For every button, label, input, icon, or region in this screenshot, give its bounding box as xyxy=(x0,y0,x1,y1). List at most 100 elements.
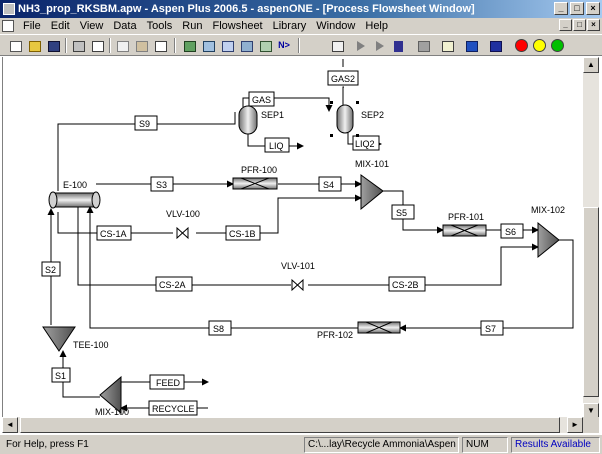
stream-label-s7[interactable]: S7 xyxy=(485,324,496,334)
menu-help[interactable]: Help xyxy=(360,18,393,34)
menu-tools[interactable]: Tools xyxy=(142,18,178,34)
open-file-button[interactable] xyxy=(25,37,43,54)
new-file-button[interactable] xyxy=(6,37,24,54)
stream-label-recycle[interactable]: RECYCLE xyxy=(152,404,195,414)
plot-icon xyxy=(260,41,272,52)
vlv100-label: VLV-100 xyxy=(166,209,200,219)
context-help-button[interactable] xyxy=(151,37,169,54)
status-bar: For Help, press F1 C:\...lay\Recycle Amm… xyxy=(0,434,602,454)
help-icon xyxy=(155,41,167,52)
save-button[interactable] xyxy=(44,37,62,54)
vlv101-block[interactable]: VLV-101 xyxy=(281,261,315,292)
doc-minimize-button[interactable]: _ xyxy=(559,19,572,31)
menu-run[interactable]: Run xyxy=(177,18,207,34)
mix100-label: MIX-100 xyxy=(95,407,129,417)
yellow-light-button[interactable] xyxy=(530,37,548,54)
menu-window[interactable]: Window xyxy=(311,18,360,34)
menu-data[interactable]: Data xyxy=(108,18,141,34)
vlv100-block[interactable]: VLV-100 xyxy=(166,209,200,240)
reinitialize-button[interactable] xyxy=(388,37,406,54)
plot-tool-button[interactable] xyxy=(256,37,274,54)
app-icon[interactable] xyxy=(3,3,15,15)
menu-flowsheet[interactable]: Flowsheet xyxy=(207,18,267,34)
stream-label-gas[interactable]: GAS xyxy=(252,95,271,105)
window-title: NH3_prop_RKSBM.apw - Aspen Plus 2006.5 -… xyxy=(18,3,475,15)
horizontal-scroll-thumb[interactable] xyxy=(20,417,560,433)
stream-label-s8[interactable]: S8 xyxy=(213,324,224,334)
run-button[interactable] xyxy=(350,37,368,54)
red-light-button[interactable] xyxy=(512,37,530,54)
pfr101-block[interactable]: PFR-101 xyxy=(442,212,487,237)
stop-icon xyxy=(418,41,430,52)
stream-label-s3[interactable]: S3 xyxy=(156,180,167,190)
pfr100-block[interactable]: PFR-100 xyxy=(232,165,278,190)
sep1-label: SEP1 xyxy=(261,110,284,120)
print-preview-button[interactable] xyxy=(88,37,106,54)
next-button[interactable]: N> xyxy=(275,37,293,54)
stream-label-s4[interactable]: S4 xyxy=(323,180,334,190)
stream-label-s2[interactable]: S2 xyxy=(45,265,56,275)
close-results-button[interactable] xyxy=(486,37,504,54)
stream-label-cs1a[interactable]: CS-1A xyxy=(100,229,127,239)
menu-edit[interactable]: Edit xyxy=(46,18,75,34)
stream-label-liq[interactable]: LIQ xyxy=(269,141,284,151)
stream-label-cs1b[interactable]: CS-1B xyxy=(229,229,256,239)
paste-icon xyxy=(136,41,148,52)
stream-tool-button[interactable] xyxy=(237,37,255,54)
copy-button[interactable] xyxy=(113,37,131,54)
results-button[interactable] xyxy=(438,37,456,54)
doc-restore-button[interactable]: □ xyxy=(573,19,586,31)
stream-label-s1[interactable]: S1 xyxy=(55,371,66,381)
e100-label: E-100 xyxy=(63,180,87,190)
vertical-scrollbar[interactable]: ▲ ▼ xyxy=(583,57,599,419)
stream-label-cs2a[interactable]: CS-2A xyxy=(159,280,186,290)
menu-file[interactable]: File xyxy=(18,18,46,34)
stream-label-s5[interactable]: S5 xyxy=(396,208,407,218)
maximize-button[interactable]: □ xyxy=(570,2,584,15)
tee100-block[interactable]: TEE-100 xyxy=(42,326,109,352)
scroll-left-button[interactable]: ◄ xyxy=(2,417,18,433)
tee100-label: TEE-100 xyxy=(73,340,109,350)
stop-button[interactable] xyxy=(414,37,432,54)
doc-close-button[interactable]: × xyxy=(587,19,600,31)
document-icon[interactable] xyxy=(2,20,14,32)
print-button[interactable] xyxy=(69,37,87,54)
stream-label-cs2b[interactable]: CS-2B xyxy=(392,280,419,290)
green-light-button[interactable] xyxy=(548,37,566,54)
rewind-icon xyxy=(394,41,403,52)
stream-label-s6[interactable]: S6 xyxy=(505,227,516,237)
stream-label-gas2[interactable]: GAS2 xyxy=(331,74,355,84)
x-icon xyxy=(490,41,502,52)
flowsheet-canvas[interactable]: S9 GAS GAS2 LIQ LIQ2 S3 S4 CS-1A CS-1B S… xyxy=(2,57,582,417)
horizontal-scrollbar[interactable]: ◄ ► xyxy=(2,417,583,433)
menu-view[interactable]: View xyxy=(75,18,109,34)
vertical-scroll-thumb[interactable] xyxy=(583,207,599,397)
data-browser-button[interactable] xyxy=(218,37,236,54)
stream-label-s9[interactable]: S9 xyxy=(139,119,150,129)
pfr102-block[interactable]: PFR-102 xyxy=(317,321,401,340)
mix102-block[interactable]: MIX-102 xyxy=(531,205,565,259)
minimize-button[interactable]: _ xyxy=(554,2,568,15)
scroll-right-button[interactable]: ► xyxy=(567,417,583,433)
mix100-block[interactable]: MIX-100 xyxy=(95,375,129,417)
model-library-button[interactable] xyxy=(180,37,198,54)
title-bar: NH3_prop_RKSBM.apw - Aspen Plus 2006.5 -… xyxy=(0,0,602,18)
check-results-button[interactable] xyxy=(462,37,480,54)
close-button[interactable]: × xyxy=(586,2,600,15)
stream-icon xyxy=(241,41,253,52)
menu-library[interactable]: Library xyxy=(268,18,312,34)
sep1-block[interactable]: SEP1 xyxy=(238,105,284,135)
step-button[interactable] xyxy=(369,37,387,54)
paste-button[interactable] xyxy=(132,37,150,54)
status-results: Results Available xyxy=(511,437,600,453)
data-browser-icon xyxy=(222,41,234,52)
e100-block[interactable]: E-100 xyxy=(48,180,101,209)
flowsheet-tool-button[interactable] xyxy=(199,37,217,54)
results-icon xyxy=(442,41,454,52)
sep2-block[interactable]: SEP2 xyxy=(330,101,384,137)
status-path: C:\...lay\Recycle Ammonia\Aspen xyxy=(304,437,459,453)
control-panel-button[interactable] xyxy=(328,37,346,54)
stream-label-liq2[interactable]: LIQ2 xyxy=(355,139,375,149)
stream-label-feed[interactable]: FEED xyxy=(156,378,181,388)
scroll-up-button[interactable]: ▲ xyxy=(583,57,599,73)
